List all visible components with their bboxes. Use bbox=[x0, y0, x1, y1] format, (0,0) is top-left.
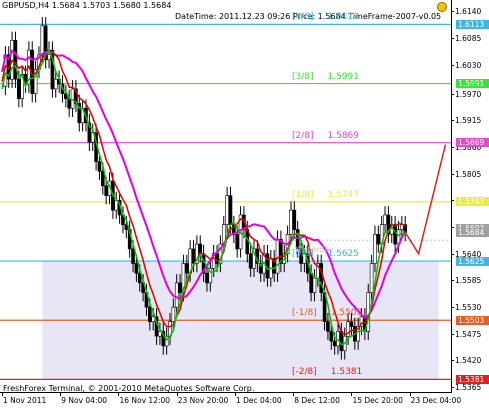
candle-body bbox=[393, 224, 397, 245]
candle-body bbox=[383, 214, 387, 225]
time-tick-label: 23 Dec 04:00 bbox=[409, 393, 462, 405]
candle-body bbox=[309, 272, 313, 293]
candle-body bbox=[53, 78, 58, 90]
price-level-tag: 1.6113 bbox=[456, 19, 489, 29]
time-tick-label: 16 Nov 12:00 bbox=[118, 393, 171, 405]
candle-body bbox=[40, 25, 45, 56]
candle-body bbox=[329, 331, 334, 342]
candle-body bbox=[148, 306, 152, 322]
candle-body bbox=[215, 253, 219, 264]
price-tick-label: 1.5915 bbox=[450, 116, 482, 126]
candle-body bbox=[205, 272, 209, 284]
candle-body bbox=[319, 263, 324, 293]
murrey-level-label: [4/8] bbox=[292, 12, 314, 23]
murrey-level-value: 1.5747 bbox=[327, 189, 360, 200]
price-tick-label: 1.6030 bbox=[450, 60, 482, 70]
candle-body bbox=[376, 234, 381, 245]
murrey-level-value: 1.6113 bbox=[327, 12, 360, 23]
murrey-level-label: [1/8] bbox=[292, 189, 314, 200]
mt4-chart-window: GBPUSD,H4 1.5684 1.5703 1.5680 1.5684 Da… bbox=[0, 0, 489, 411]
price-tick-label: 1.5420 bbox=[450, 356, 482, 366]
candle-body bbox=[312, 277, 317, 293]
candle-body bbox=[13, 40, 18, 80]
time-tick-label: 15 Dec 20:00 bbox=[351, 393, 403, 405]
candle-body bbox=[191, 248, 196, 264]
murrey-level-5: [-1/8] 1.5503 bbox=[292, 308, 362, 318]
candle-body bbox=[369, 263, 374, 293]
murrey-level-label: [3/8] bbox=[292, 71, 314, 82]
murrey-level-0: [4/8] 1.6113 bbox=[292, 12, 359, 22]
murrey-level-value: 1.5381 bbox=[330, 367, 363, 378]
candle-body bbox=[225, 195, 229, 225]
murrey-level-6: [-2/8] 1.5381 bbox=[292, 367, 362, 377]
chart-symbol-label: GBPUSD,H4 1.5684 1.5703 1.5680 1.5684 bbox=[2, 1, 171, 11]
candle-body bbox=[292, 209, 297, 230]
murrey-level-value: 1.5503 bbox=[330, 308, 363, 319]
candle-body bbox=[228, 195, 233, 225]
copyright-text: FreshForex Terminal, © 2001-2010 MetaQuo… bbox=[3, 384, 255, 393]
time-axis[interactable]: 1 Nov 2011 9 Nov 04:00 16 Nov 12:00 23 Nov … bbox=[0, 393, 461, 411]
time-tick-label: 1 Dec 04:00 bbox=[234, 393, 282, 405]
price-tick-label: 1.5805 bbox=[450, 169, 482, 179]
murrey-level-value: 1.5869 bbox=[327, 130, 360, 141]
price-chart-svg[interactable] bbox=[0, 0, 452, 393]
price-tick-label: 1.5970 bbox=[450, 89, 482, 99]
candle-body bbox=[275, 238, 280, 274]
candle-body bbox=[16, 78, 21, 99]
murrey-level-3: [1/8] 1.5747 bbox=[292, 190, 359, 200]
price-tick-label: 1.6140 bbox=[450, 7, 482, 17]
candle-body bbox=[178, 282, 182, 293]
murrey-level-label: [-1/8] bbox=[292, 308, 317, 319]
candle-body bbox=[67, 98, 71, 109]
candle-body bbox=[289, 209, 293, 235]
time-tick-label: 8 Dec 12:00 bbox=[293, 393, 340, 405]
time-tick-label: 9 Nov 04:00 bbox=[60, 393, 108, 405]
price-level-tag: 1.5991 bbox=[456, 79, 489, 89]
price-level-tag: 1.5503 bbox=[456, 315, 489, 325]
yesterday-label: Yesterday bbox=[295, 245, 334, 254]
price-tick-label: 1.5530 bbox=[450, 303, 482, 313]
price-tick-label: 1.5475 bbox=[450, 329, 482, 339]
symbol-timeframe: GBPUSD,H4 bbox=[2, 1, 50, 10]
candle-body bbox=[332, 340, 337, 347]
candle-body bbox=[235, 234, 239, 250]
candle-body bbox=[97, 161, 102, 172]
candle-body bbox=[104, 185, 108, 196]
candle-body bbox=[248, 253, 253, 269]
candle-body bbox=[326, 321, 330, 332]
candle-body bbox=[339, 331, 344, 352]
price-level-tag: 1.5625 bbox=[456, 256, 489, 266]
forecast-line bbox=[404, 144, 447, 256]
time-tick-label: 23 Nov 20:00 bbox=[176, 393, 229, 405]
murrey-level-label: [-2/8] bbox=[292, 367, 317, 378]
price-axis[interactable]: 1.6140 1.6085 1.6030 1.5970 1.5915 1.5860 1.58… bbox=[450, 0, 489, 393]
price-level-tag: 1.5381 bbox=[456, 374, 489, 384]
price-tick-label: 1.6085 bbox=[450, 33, 482, 43]
candle-body bbox=[70, 88, 75, 109]
murrey-level-1: [3/8] 1.5991 bbox=[292, 72, 359, 82]
ohlc-values: 1.5684 1.5703 1.5680 1.5684 bbox=[51, 1, 172, 10]
chart-plot-area[interactable]: GBPUSD,H4 1.5684 1.5703 1.5680 1.5684 Da… bbox=[0, 0, 452, 393]
time-tick-label: 1 Nov 2011 bbox=[1, 393, 47, 405]
price-tick-label: 1.5585 bbox=[450, 276, 482, 286]
candle-body bbox=[349, 321, 354, 327]
candle-body bbox=[185, 263, 189, 274]
current-price-tag: 1.5684 bbox=[456, 227, 489, 237]
candle-body bbox=[174, 282, 179, 308]
candle-body bbox=[373, 234, 377, 264]
candle-body bbox=[171, 306, 176, 322]
smiley-icon[interactable] bbox=[437, 2, 447, 12]
candle-body bbox=[131, 248, 135, 264]
price-level-tag: 1.5869 bbox=[456, 138, 489, 148]
candle-body bbox=[134, 263, 139, 274]
murrey-level-value: 1.5991 bbox=[327, 71, 360, 82]
murrey-level-2: [2/8] 1.5869 bbox=[292, 131, 359, 141]
murrey-level-label: [2/8] bbox=[292, 130, 314, 141]
price-tick-label: 1.5365 bbox=[450, 383, 482, 393]
price-level-tag: 1.5747 bbox=[456, 197, 489, 207]
